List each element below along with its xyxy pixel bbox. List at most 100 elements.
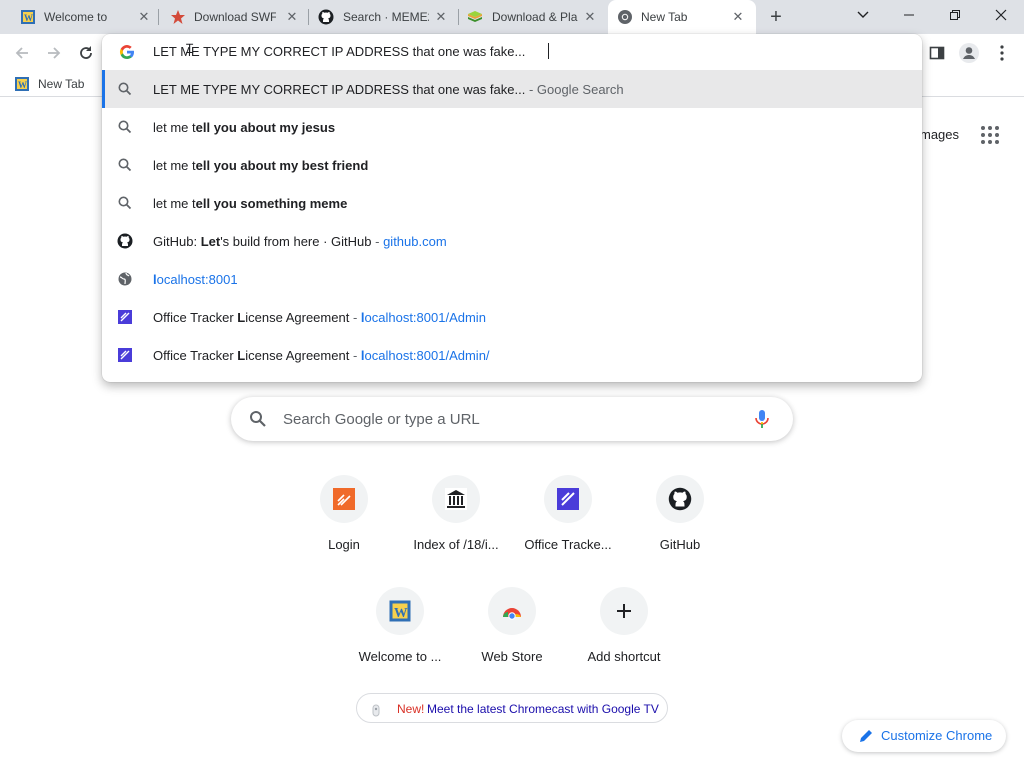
suggestion-title: GitHub: <box>153 234 201 249</box>
menu-kebab-icon[interactable] <box>991 42 1013 64</box>
tab-new-tab[interactable]: New Tab ✕ <box>608 0 756 34</box>
minimize-button[interactable] <box>897 5 921 25</box>
winrar-icon: W <box>21 10 35 24</box>
search-placeholder: Search Google or type a URL <box>283 411 480 428</box>
suggestion-title-rest: 's build from here · GitHub <box>220 234 372 249</box>
suggestion-title-rest: icense Agreement <box>245 310 350 325</box>
shortcut-welcome[interactable]: W Welcome to ... <box>344 587 456 687</box>
customize-label: Customize Chrome <box>881 728 993 743</box>
tab-download-play[interactable]: Download & Pla ✕ <box>460 0 606 34</box>
selection-indicator <box>102 70 105 108</box>
google-search-box[interactable]: Search Google or type a URL <box>231 397 793 441</box>
text-cursor <box>548 43 549 59</box>
github-icon <box>318 9 334 25</box>
suggestion-url: ocalhost:8001/Admin/ <box>364 348 490 363</box>
bookmark-new-tab[interactable]: W New Tab <box>14 75 84 93</box>
suggestion-title: Office Tracker <box>153 348 238 363</box>
microphone-icon[interactable] <box>753 409 771 429</box>
winrar-icon: W <box>389 600 411 622</box>
orange-square-icon <box>333 488 355 510</box>
shortcut-label: GitHub <box>659 537 701 552</box>
tab-title: Search · MEME2 <box>343 10 429 24</box>
suggestion-url: localhost:8001 <box>153 272 238 287</box>
new-tab-button[interactable]: + <box>766 7 786 27</box>
suggestion-text: let me tell you something meme <box>153 196 347 211</box>
restore-button[interactable] <box>943 5 967 25</box>
close-tab-icon[interactable]: ✕ <box>136 9 152 25</box>
suggestion-url: ocalhost:8001/Admin <box>364 310 486 325</box>
shortcut-office-tracker[interactable]: Office Tracke... <box>512 475 624 575</box>
tab-search-meme[interactable]: Search · MEME2 ✕ <box>310 0 456 34</box>
tab-separator <box>308 9 309 25</box>
promo-banner[interactable]: New! Meet the latest Chromecast with Goo… <box>356 693 668 723</box>
search-icon <box>118 196 132 210</box>
shortcut-label: Add shortcut <box>587 649 661 664</box>
suggestion-row[interactable]: LET ME TYPE MY CORRECT IP ADDRESS that o… <box>102 70 922 108</box>
profile-avatar[interactable] <box>958 42 980 64</box>
plus-icon <box>617 604 631 618</box>
web-store-icon <box>503 608 521 620</box>
reload-button[interactable] <box>76 43 96 63</box>
pencil-icon <box>860 730 872 742</box>
suggestion-row[interactable]: Office Tracker License Agreement - local… <box>102 336 922 374</box>
promo-new-label: New! <box>397 702 425 716</box>
suggestion-text: let me tell you about my best friend <box>153 158 368 173</box>
suggestion-suffix: - Google Search <box>525 82 624 97</box>
suggestion-row[interactable]: let me tell you about my best friend <box>102 146 922 184</box>
suggestion-row[interactable]: Office Tracker License Agreement - local… <box>102 298 922 336</box>
tab-title: New Tab <box>641 10 688 24</box>
shortcut-tile <box>320 475 368 523</box>
suggestion-completion: ell you something meme <box>195 196 348 211</box>
suggestion-text: Office Tracker License Agreement - local… <box>153 348 490 363</box>
close-tab-icon[interactable]: ✕ <box>433 9 449 25</box>
close-tab-icon[interactable]: ✕ <box>582 9 598 25</box>
suggestion-url-rest: ocalhost:8001 <box>156 272 238 287</box>
search-icon <box>118 120 132 134</box>
close-tab-icon[interactable]: ✕ <box>284 9 300 25</box>
museum-icon <box>445 488 467 510</box>
tab-separator <box>458 9 459 25</box>
shortcut-web-store[interactable]: Web Store <box>456 587 568 687</box>
shortcut-add[interactable]: Add shortcut <box>568 587 680 687</box>
tab-strip: W Welcome to Wir ✕ Download SWF ✕ Search… <box>0 0 1024 34</box>
suggestion-row[interactable]: let me tell you something meme <box>102 184 922 222</box>
back-button[interactable] <box>12 43 32 63</box>
side-panel-icon[interactable] <box>926 42 948 64</box>
tab-search-chevron-icon[interactable] <box>851 5 875 25</box>
shortcut-tile <box>488 587 536 635</box>
suggestion-text: GitHub: Let's build from here · GitHub -… <box>153 234 447 249</box>
suggestion-match: Let <box>200 234 221 249</box>
address-input[interactable]: LET ME TYPE MY CORRECT IP ADDRESS that o… <box>153 44 525 59</box>
customize-chrome-button[interactable]: Customize Chrome <box>842 720 1006 752</box>
bluestacks-icon <box>468 11 482 22</box>
shortcut-label: Welcome to ... <box>358 649 442 664</box>
promo-text[interactable]: Meet the latest Chromecast with Google T… <box>427 702 659 716</box>
suggestion-row[interactable]: localhost:8001 <box>102 260 922 298</box>
shortcut-index[interactable]: Index of /18/i... <box>400 475 512 575</box>
suggestion-row[interactable]: GitHub: Let's build from here · GitHub -… <box>102 222 922 260</box>
bookmark-label: New Tab <box>38 77 85 91</box>
address-bar[interactable]: LET ME TYPE MY CORRECT IP ADDRESS that o… <box>102 34 922 70</box>
forward-button[interactable] <box>44 43 64 63</box>
shortcut-login[interactable]: Login <box>288 475 400 575</box>
suggestion-row[interactable]: let me tell you about my jesus <box>102 108 922 146</box>
star-icon <box>171 10 185 24</box>
suggestion-typed: let me t <box>153 158 196 173</box>
github-icon <box>668 487 692 511</box>
tab-separator <box>158 9 159 25</box>
globe-icon <box>118 272 132 286</box>
shortcut-tile <box>544 475 592 523</box>
apps-grid-icon[interactable] <box>980 125 1000 145</box>
close-window-button[interactable] <box>989 5 1013 25</box>
chrome-icon <box>618 10 632 24</box>
tab-download-swf[interactable]: Download SWF ✕ <box>160 0 306 34</box>
shortcut-github[interactable]: GitHub <box>624 475 736 575</box>
images-link[interactable]: mages <box>920 127 959 142</box>
tab-title: Download & Pla <box>492 10 578 24</box>
suggestion-url: github.com <box>383 234 447 249</box>
shortcut-tile <box>600 587 648 635</box>
tab-welcome-to-winrar[interactable]: W Welcome to Wir ✕ <box>8 0 158 34</box>
close-tab-icon[interactable]: ✕ <box>730 9 746 25</box>
office-tracker-icon <box>118 310 132 324</box>
suggestion-title-rest: icense Agreement <box>245 348 350 363</box>
